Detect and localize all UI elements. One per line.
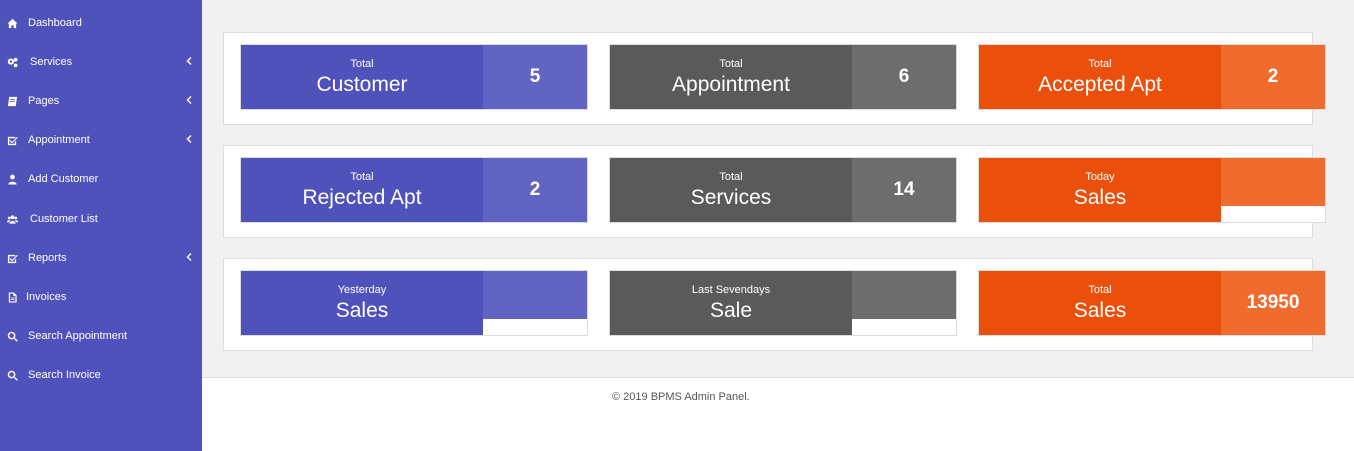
accepted-apt-card[interactable]: Total Accepted Apt 2 [978,44,1326,110]
total-sales-card[interactable]: Total Sales 13950 [978,270,1326,336]
card-subtitle: Total [719,170,743,183]
check-square-icon [6,134,18,146]
card-label-area: Total Accepted Apt [979,45,1221,109]
card-label-area: Last Sevendays Sale [610,271,852,335]
card-subtitle: Total [350,170,374,183]
file-icon [6,291,18,303]
card-value: 2 [483,158,587,222]
last-sevendays-sale-card[interactable]: Last Sevendays Sale [609,270,957,336]
card-value [483,271,587,319]
home-icon [6,17,18,29]
gears-icon [6,56,18,68]
card-value-area: 14 [852,158,956,222]
chevron-left-icon [185,56,193,66]
card-label-area: Total Services [610,158,852,222]
sidebar-item-reports[interactable]: Reports [0,243,202,273]
sidebar-item-label: Invoices [26,291,67,303]
check-square-icon [6,252,18,264]
sidebar-item-label: Appointment [28,134,90,146]
card-label-area: Total Sales [979,271,1221,335]
sidebar-item-label: Reports [28,252,67,264]
sidebar: Dashboard Services Pages Appointment Add… [0,0,202,451]
card-value-area [483,271,587,335]
total-appointment-card[interactable]: Total Appointment 6 [609,44,957,110]
card-title: Sales [335,298,389,322]
card-title: Sales [1073,185,1127,209]
chevron-left-icon [185,252,193,262]
card-value-area [1221,158,1325,222]
card-value: 13950 [1221,271,1325,335]
card-subtitle: Total [350,57,374,70]
footer-copyright: © 2019 BPMS Admin Panel. [612,391,750,403]
card-value: 5 [483,45,587,109]
card-value [1221,158,1325,206]
sidebar-item-services[interactable]: Services [0,47,202,77]
today-sales-card[interactable]: Today Sales [978,157,1326,223]
chevron-left-icon [185,134,193,144]
card-title: Accepted Apt [1038,72,1162,96]
sidebar-item-invoices[interactable]: Invoices [0,282,202,312]
card-title: Appointment [672,72,790,96]
card-value: 2 [1221,45,1325,109]
user-icon [6,173,18,185]
sidebar-item-pages[interactable]: Pages [0,86,202,116]
card-subtitle: Last Sevendays [691,283,771,296]
card-value-area: 6 [852,45,956,109]
sidebar-item-search-appointment[interactable]: Search Appointment [0,321,202,351]
card-value-area [852,271,956,335]
card-value [852,271,956,319]
stats-panel-row-3: Yesterday Sales Last Sevendays Sale Tota… [223,258,1326,351]
card-label-area: Yesterday Sales [241,271,483,335]
card-value: 14 [852,158,956,222]
book-icon [6,95,18,107]
sidebar-item-label: Search Invoice [28,369,101,381]
card-subtitle: Total [1088,283,1112,296]
card-title: Rejected Apt [302,185,422,209]
sidebar-item-label: Dashboard [28,17,82,29]
card-value-area: 5 [483,45,587,109]
card-title: Sales [1073,298,1127,322]
sidebar-item-appointment[interactable]: Appointment [0,125,202,155]
card-label-area: Total Appointment [610,45,852,109]
card-title: Customer [316,72,408,96]
sidebar-item-add-customer[interactable]: Add Customer [0,164,202,194]
card-subtitle: Today [1085,170,1115,183]
card-value-area: 2 [1221,45,1325,109]
search-icon [6,330,18,342]
card-subtitle: Yesterday [337,283,387,296]
dashboard-content: Total Customer 5 Total Appointment 6 Tot… [202,0,1354,378]
card-value: 6 [852,45,956,109]
sidebar-item-customer-list[interactable]: Customer List [0,204,202,234]
sidebar-item-search-invoice[interactable]: Search Invoice [0,360,202,390]
card-label-area: Today Sales [979,158,1221,222]
card-title: Sale [709,298,753,322]
total-customer-card[interactable]: Total Customer 5 [240,44,588,110]
users-icon [6,213,18,225]
total-services-card[interactable]: Total Services 14 [609,157,957,223]
card-subtitle: Total [719,57,743,70]
chevron-left-icon [185,95,193,105]
sidebar-item-label: Add Customer [28,173,99,185]
card-label-area: Total Rejected Apt [241,158,483,222]
card-label-area: Total Customer [241,45,483,109]
card-title: Services [690,185,772,209]
yesterday-sales-card[interactable]: Yesterday Sales [240,270,588,336]
sidebar-item-label: Search Appointment [28,330,128,342]
stats-panel-row-2: Total Rejected Apt 2 Total Services 14 T… [223,145,1326,238]
stats-panel-row-1: Total Customer 5 Total Appointment 6 Tot… [223,32,1326,125]
rejected-apt-card[interactable]: Total Rejected Apt 2 [240,157,588,223]
search-icon [6,369,18,381]
sidebar-item-dashboard[interactable]: Dashboard [0,8,202,38]
card-value-area: 2 [483,158,587,222]
sidebar-item-label: Services [30,56,73,68]
sidebar-item-label: Pages [28,95,60,107]
sidebar-item-label: Customer List [30,213,98,225]
card-subtitle: Total [1088,57,1112,70]
card-value-area: 13950 [1221,271,1325,335]
